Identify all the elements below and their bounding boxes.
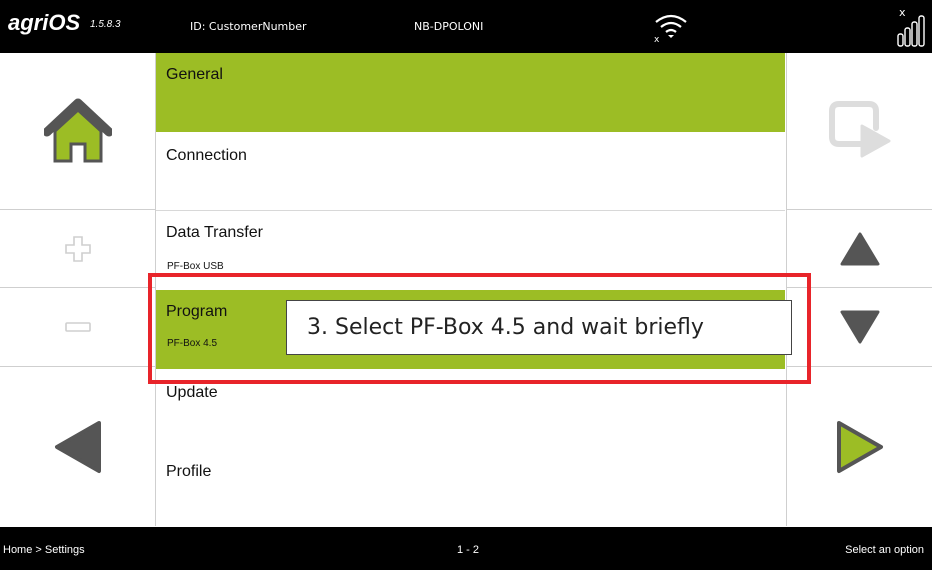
breadcrumb: Home > Settings	[3, 544, 85, 556]
menu-item-profile[interactable]: Profile	[156, 448, 785, 527]
plus-button[interactable]	[0, 210, 155, 288]
menu-item-sub: PF-Box USB	[167, 261, 224, 272]
svg-text:x: x	[899, 6, 906, 19]
minus-button[interactable]	[0, 288, 155, 367]
signal-strength-icon: x	[897, 6, 925, 47]
app-version: 1.5.8.3	[90, 19, 121, 30]
arrow-up-icon	[840, 232, 880, 265]
device-name: NB-DPOLONI	[414, 20, 484, 33]
menu-item-label: Update	[166, 384, 218, 401]
page-indicator: 1 - 2	[457, 544, 480, 556]
plus-icon	[64, 235, 91, 262]
arrow-right-icon	[837, 420, 883, 473]
arrow-down-icon	[840, 310, 880, 344]
minus-icon	[64, 322, 91, 332]
menu-item-label: Profile	[166, 463, 212, 480]
wifi-disconnected-icon: x	[654, 14, 687, 45]
top-bar: agriOS 1.5.8.3 ID: CustomerNumber NB-DPO…	[0, 0, 932, 53]
menu-item-label: Connection	[166, 147, 247, 164]
menu-item-connection[interactable]: Connection	[156, 132, 785, 211]
status-bar: Home > Settings 1 - 2 Select an option	[0, 527, 932, 570]
forward-button[interactable]	[787, 367, 932, 526]
menu-item-label: Data Transfer	[166, 224, 263, 241]
left-button-column	[0, 53, 156, 526]
home-icon	[43, 98, 112, 163]
customer-id: ID: CustomerNumber	[190, 20, 307, 33]
menu-item-label: General	[166, 66, 223, 83]
svg-text:x: x	[654, 35, 660, 45]
menu-item-general[interactable]: General	[156, 53, 785, 132]
arrow-left-icon	[54, 420, 101, 473]
highlight-frame	[148, 273, 811, 384]
status-text: Select an option	[845, 544, 924, 556]
confirm-icon	[829, 101, 891, 158]
app-logo: agriOS	[8, 10, 81, 35]
confirm-button[interactable]	[787, 53, 932, 210]
home-button[interactable]	[0, 53, 155, 210]
back-button[interactable]	[0, 367, 155, 526]
